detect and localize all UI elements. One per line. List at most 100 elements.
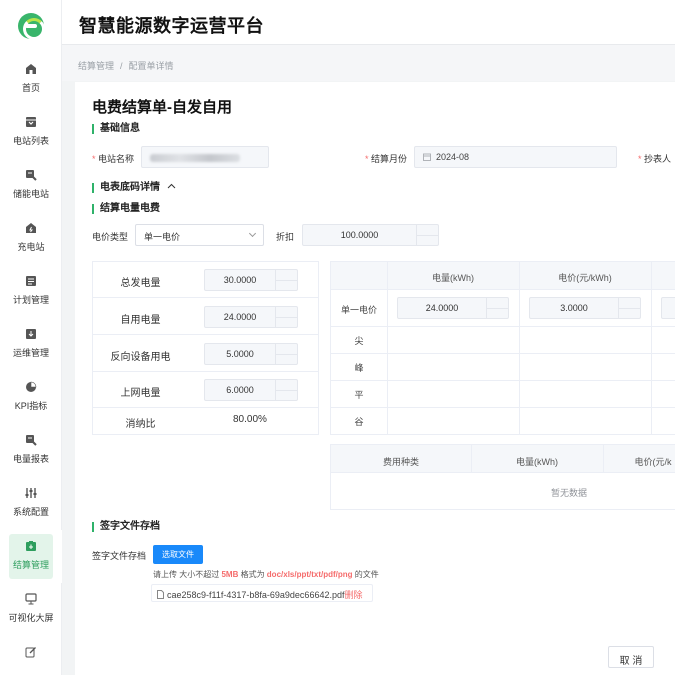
settle-month-label: 结算月份 (365, 152, 407, 165)
uploaded-file: cae258c9-f11f-4317-b8fa-69a9dec66642.pdf… (151, 584, 373, 602)
column-divider (651, 262, 652, 434)
station-name-field[interactable] (141, 146, 269, 168)
sidebar-item-maintenance[interactable]: 运维管理 (0, 318, 62, 371)
choose-file-button[interactable]: 选取文件 (153, 545, 203, 564)
empty-text: 暂无数据 (551, 488, 588, 498)
sidebar-item-dashboard[interactable]: 可视化大屏 (0, 583, 62, 636)
row-label: 平 (354, 390, 364, 400)
row-label: 单一电价 (340, 305, 377, 315)
sidebar-item-label: 充电站 (17, 242, 45, 252)
discount-label: 折扣 (276, 232, 295, 242)
row-divider (331, 353, 675, 354)
price-type-label: 电价类型 (92, 232, 129, 242)
ratio-value: 80.00% (233, 414, 267, 425)
stepper-buttons[interactable] (275, 270, 297, 290)
file-name[interactable]: cae258c9-f11f-4317-b8fa-69a9dec66642.pdf (167, 590, 344, 600)
section-signature-archive: 签字文件存档 (92, 522, 160, 532)
summary-row: 自用电量 24.0000 (93, 298, 318, 335)
total-generation-stepper[interactable]: 30.0000 (204, 269, 298, 291)
sidebar-item-label: 计划管理 (12, 295, 49, 305)
stepper-buttons[interactable] (618, 298, 640, 318)
maintenance-icon (26, 329, 36, 339)
ratio-label: 消纳比 (125, 419, 156, 430)
chevron-down-icon (248, 229, 257, 238)
home-icon (26, 64, 36, 74)
reverse-device-stepper[interactable]: 5.0000 (204, 343, 298, 365)
summary-value: 6.0000 (226, 385, 254, 395)
meter-details-title: 电表底码详情 (100, 182, 160, 193)
sidebar-item-label: 结算管理 (12, 560, 49, 570)
chevron-up-icon[interactable] (167, 183, 176, 189)
self-use-stepper[interactable]: 24.0000 (204, 306, 298, 328)
sidebar-item-charging[interactable]: 充电站 (0, 212, 62, 265)
sidebar-item-station-list[interactable]: 电站列表 (0, 106, 62, 159)
summary-label: 总发电量 (120, 278, 161, 289)
column-header-fee-type: 费用种类 (382, 457, 419, 467)
stepper-buttons[interactable] (486, 298, 508, 318)
single-price-value: 3.0000 (560, 303, 588, 313)
hint-size: 5MB (221, 570, 239, 579)
column-header-price: 电价(元/k (634, 457, 672, 467)
breadcrumb: 结算管理 / 配置单详情 (62, 45, 675, 81)
sidebar-item-settlement[interactable]: 结算管理 (0, 530, 62, 583)
sidebar-item-edit[interactable] (0, 636, 62, 675)
stepper-buttons[interactable] (275, 380, 297, 400)
stepper-buttons[interactable] (275, 307, 297, 327)
sidebar-item-label: 储能电站 (12, 189, 49, 199)
summary-label: 反向设备用电 (110, 352, 171, 363)
summary-value: 24.0000 (223, 312, 257, 322)
upload-hint: 请上传 大小不超过 5MB 格式为 doc/xls/ppt/txt/pdf/pn… (153, 569, 379, 580)
delete-file-link[interactable]: 删除 (344, 590, 362, 600)
summary-row: 总发电量 30.0000 (93, 262, 318, 298)
column-header-energy: 电量(kWh) (516, 457, 558, 467)
sidebar-item-report[interactable]: 电量报表 (0, 424, 62, 477)
sidebar-item-config[interactable]: 系统配置 (0, 477, 62, 530)
page-title: 电费结算单-自发自用 (92, 99, 232, 116)
sidebar-item-plan[interactable]: 计划管理 (0, 265, 62, 318)
signature-archive-label: 签字文件存档 (92, 551, 147, 561)
sidebar-item-home[interactable]: 首页 (0, 53, 62, 106)
discount-stepper[interactable]: 100.0000 (302, 224, 439, 246)
calendar-icon (423, 153, 431, 161)
sidebar-item-label: KPI指标 (14, 401, 48, 411)
section-meter-details[interactable]: 电表底码详情 (92, 183, 176, 193)
grid-feed-stepper[interactable]: 6.0000 (204, 379, 298, 401)
monitor-icon (25, 593, 37, 605)
sidebar-item-storage[interactable]: 储能电站 (0, 159, 62, 212)
hint-formats: doc/xls/ppt/txt/pdf/png (266, 570, 353, 579)
sidebar-item-label: 可视化大屏 (8, 613, 54, 623)
stepper-buttons[interactable] (275, 344, 297, 364)
settlement-icon (26, 541, 36, 551)
single-price-stepper[interactable]: 3.0000 (529, 297, 641, 319)
charging-icon (26, 223, 36, 233)
summary-value: 30.0000 (223, 275, 257, 285)
cancel-button[interactable]: 取 消 (608, 646, 654, 668)
sidebar-nav: 首页 电站列表 储能电站 充电站 计划管理 运维管理 KPI指标 电量报表 系统… (0, 53, 62, 675)
column-divider (387, 262, 388, 434)
row-divider (331, 407, 675, 408)
next-column-stepper[interactable] (661, 297, 675, 319)
breadcrumb-separator: / (120, 61, 123, 71)
summary-row: 反向设备用电 5.0000 (93, 335, 318, 372)
price-type-select[interactable]: 单一电价 (135, 224, 264, 246)
breadcrumb-link[interactable]: 结算管理 (78, 61, 114, 71)
sidebar-item-label: 运维管理 (12, 348, 49, 358)
sidebar-item-kpi[interactable]: KPI指标 (0, 371, 62, 424)
summary-row: 消纳比 80.00% (93, 408, 318, 434)
breadcrumb-current: 配置单详情 (128, 61, 174, 71)
hint-text: 的文件 (352, 570, 379, 579)
section-settlement: 结算电量电费 (92, 204, 160, 214)
sidebar: 首页 电站列表 储能电站 充电站 计划管理 运维管理 KPI指标 电量报表 系统… (0, 0, 62, 675)
edit-icon (25, 647, 36, 658)
summary-row: 上网电量 6.0000 (93, 372, 318, 408)
summary-value: 5.0000 (226, 349, 254, 359)
settle-month-value: 2024-08 (436, 152, 470, 162)
sidebar-item-label: 电站列表 (12, 136, 49, 146)
meter-reader-label: 抄表人 (638, 152, 671, 165)
price-table: 电量(kWh) 电价(元/kWh) 单一电价 尖 峰 平 谷 24.0000 3… (330, 261, 675, 435)
single-energy-stepper[interactable]: 24.0000 (397, 297, 509, 319)
stepper-buttons[interactable] (416, 225, 438, 245)
column-header-energy: 电量(kWh) (432, 273, 474, 283)
settle-month-field[interactable]: 2024-08 (414, 146, 617, 168)
discount-value: 100.0000 (340, 230, 379, 240)
